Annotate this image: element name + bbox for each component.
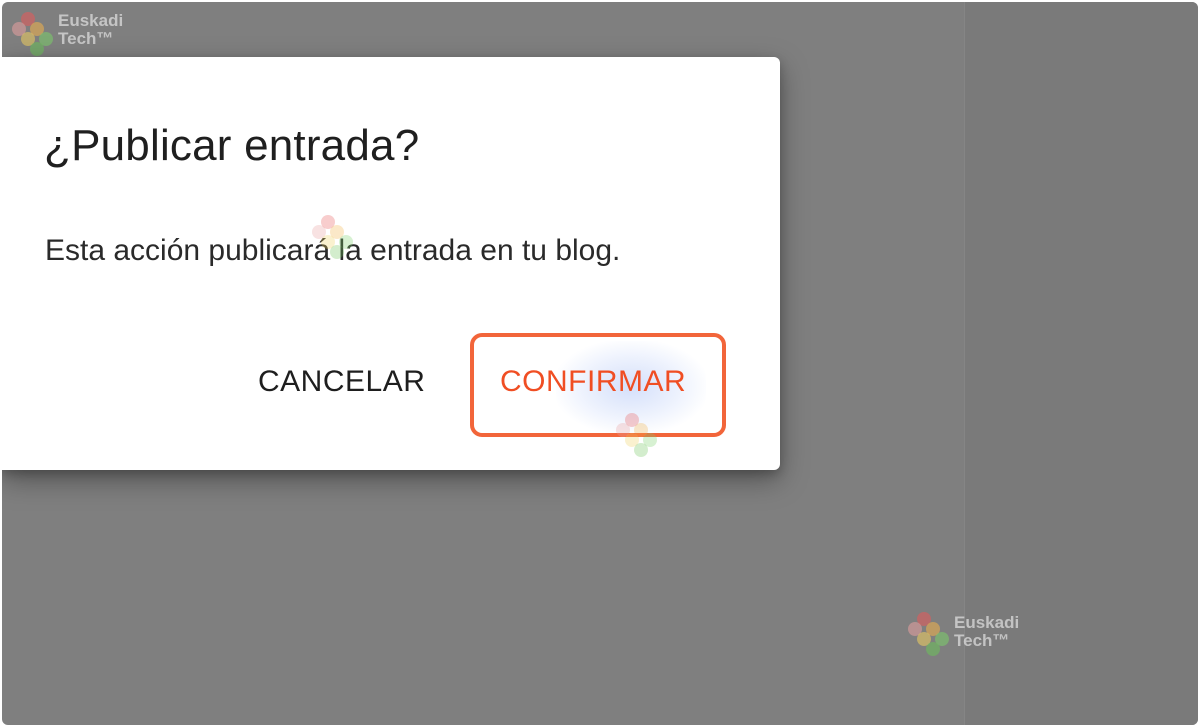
watermark-text-line1: Euskadi xyxy=(58,11,124,30)
watermark-logo: Euskadi Tech™ xyxy=(12,12,162,62)
watermark-logo-faint xyxy=(312,215,353,261)
cancel-button[interactable]: CANCELAR xyxy=(258,365,425,399)
watermark-logo-faint xyxy=(616,413,657,459)
watermark-text-line2: Tech™ xyxy=(954,631,1010,650)
confirm-button[interactable]: CONFIRMAR xyxy=(500,365,686,399)
dialog-title: ¿Publicar entrada? xyxy=(44,121,420,170)
watermark-text-line1: Euskadi xyxy=(954,613,1020,632)
watermark-logo: Euskadi Tech™ xyxy=(908,612,1058,662)
confirm-button-highlight: CONFIRMAR xyxy=(470,333,726,437)
watermark-text-line2: Tech™ xyxy=(58,29,114,48)
publish-confirmation-dialog: ¿Publicar entrada? Esta acción publicará… xyxy=(2,57,780,470)
app-screen: Euskadi Tech™ Euskadi Tech™ ¿Publicar entr… xyxy=(2,2,1198,725)
